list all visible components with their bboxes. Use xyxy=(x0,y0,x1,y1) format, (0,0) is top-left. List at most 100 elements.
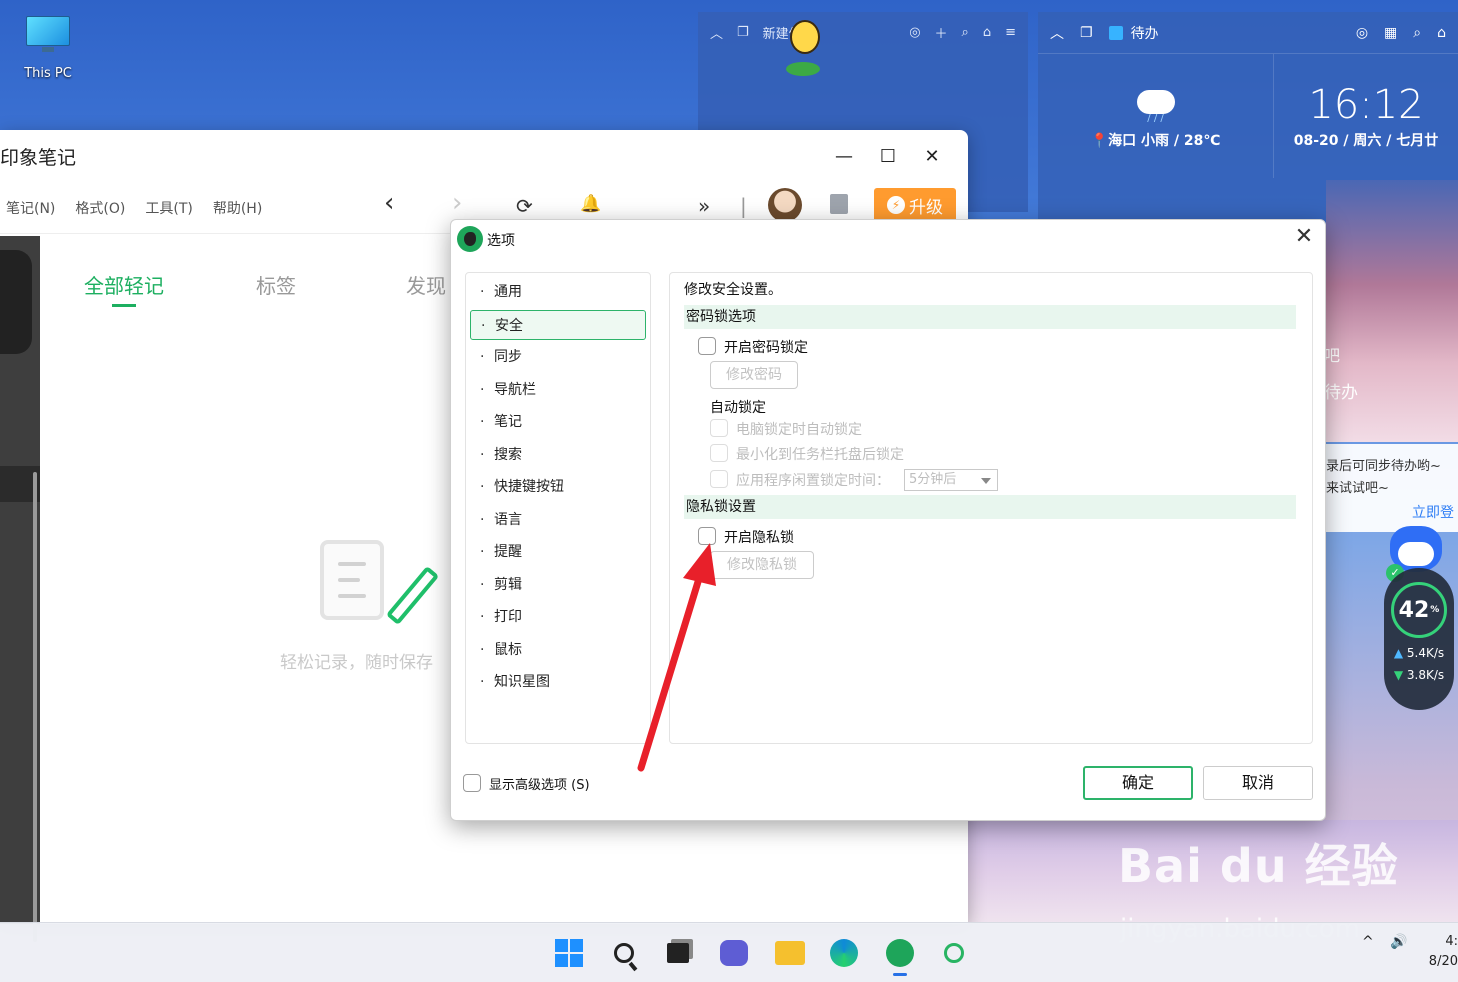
idle-time-select[interactable]: 5分钟后 xyxy=(904,469,998,491)
dialog-close-button[interactable]: ✕ xyxy=(1293,226,1315,248)
rain-drops: / / / xyxy=(1147,113,1164,124)
enable-password-lock-checkbox[interactable] xyxy=(698,337,716,355)
upgrade-button[interactable]: ⚡ 升级 xyxy=(874,188,956,222)
change-privacy-lock-button[interactable]: 修改隐私锁 xyxy=(710,551,814,579)
menu-note[interactable]: 笔记(N) xyxy=(6,198,55,218)
green-search-icon[interactable] xyxy=(936,935,972,971)
panel-header: 修改安全设置。 xyxy=(684,282,782,298)
task-view-icon[interactable] xyxy=(660,935,696,971)
todo-widget-title: 待办 xyxy=(1130,25,1159,42)
empty-state-text: 轻松记录，随时保存 xyxy=(280,653,433,673)
lock-on-minimize-checkbox[interactable] xyxy=(710,444,728,462)
evernote-logo-icon xyxy=(457,226,483,252)
chat-icon[interactable] xyxy=(716,935,752,971)
cancel-button[interactable]: 取消 xyxy=(1203,766,1313,800)
nav-item-language[interactable]: 语言 xyxy=(470,505,646,535)
nav-item-navbar[interactable]: 导航栏 xyxy=(470,375,646,405)
show-advanced-checkbox[interactable] xyxy=(463,774,481,792)
monitor-icon xyxy=(24,14,72,54)
tray-time: 4: xyxy=(1445,934,1458,949)
lock-on-minimize-label: 最小化到任务栏托盘后锁定 xyxy=(736,447,904,463)
nav-item-general[interactable]: 通用 xyxy=(470,277,646,307)
nav-item-security[interactable]: 安全 xyxy=(470,310,646,341)
empty-notes-icon xyxy=(314,536,440,626)
watermark-brand: Bai du 经验 xyxy=(1118,839,1399,893)
user-icon[interactable]: ◎ xyxy=(909,25,920,40)
search-icon[interactable]: ⌕ xyxy=(1413,25,1421,41)
sidebar-scrollbar[interactable] xyxy=(33,472,37,942)
skin-icon[interactable]: ⌂ xyxy=(983,25,991,40)
desktop-icon-label: This PC xyxy=(24,66,72,81)
close-button[interactable]: ✕ xyxy=(910,140,954,172)
search-icon[interactable]: ⌕ xyxy=(962,25,969,40)
file-explorer-icon[interactable] xyxy=(772,935,808,971)
bell-icon[interactable]: 🔔 xyxy=(580,194,601,214)
nav-item-reminders[interactable]: 提醒 xyxy=(470,537,646,567)
notice-line: 录后可同步待办哟~ xyxy=(1326,459,1441,474)
collapse-icon[interactable]: ︿ xyxy=(710,23,723,42)
ok-button[interactable]: 确定 xyxy=(1083,766,1193,800)
this-pc-desktop-icon[interactable]: This PC xyxy=(14,14,82,81)
left-sidebar xyxy=(0,236,40,942)
skin-icon[interactable]: ⌂ xyxy=(1437,25,1446,41)
maximize-button[interactable]: ☐ xyxy=(866,140,910,172)
tray-date: 8/20 xyxy=(1428,954,1458,969)
back-icon[interactable]: ‹ xyxy=(384,188,394,218)
menu-help[interactable]: 帮助(H) xyxy=(213,198,262,218)
tab-discover[interactable]: 发现 xyxy=(406,270,446,299)
nav-item-search[interactable]: 搜索 xyxy=(470,440,646,470)
tray-chevron-icon[interactable]: ^ xyxy=(1362,934,1374,950)
sync-icon[interactable]: ⟳ xyxy=(516,194,533,218)
tray-clock[interactable]: 4: 8/20 xyxy=(1428,932,1458,972)
bolt-icon: ⚡ xyxy=(887,196,905,214)
enable-privacy-lock-label[interactable]: 开启隐私锁 xyxy=(724,527,794,547)
lock-on-pc-lock-checkbox[interactable] xyxy=(710,419,728,437)
pin-icon[interactable]: ❐ xyxy=(737,25,749,40)
lock-on-idle-checkbox[interactable] xyxy=(710,470,728,488)
mascot-icon xyxy=(786,12,828,80)
more-icon[interactable]: » xyxy=(698,194,710,218)
menu-icon[interactable]: ≡ xyxy=(1005,25,1016,40)
volume-icon[interactable]: 🔊 xyxy=(1390,934,1407,950)
tab-all-notes[interactable]: 全部轻记 xyxy=(84,270,164,307)
pin-icon[interactable]: ❐ xyxy=(1080,25,1093,41)
sidebar-panel[interactable] xyxy=(0,250,32,354)
user-icon[interactable]: ◎ xyxy=(1356,25,1368,41)
tab-tags[interactable]: 标签 xyxy=(256,270,296,299)
avatar[interactable] xyxy=(768,188,802,222)
nav-item-print[interactable]: 打印 xyxy=(470,602,646,632)
network-speed-widget[interactable]: 42% ▲ 5.4K/s ▼ 3.8K/s xyxy=(1384,568,1454,710)
weather-location: 📍海口 小雨 / 28℃ xyxy=(1090,133,1221,149)
nav-item-clipper[interactable]: 剪辑 xyxy=(470,570,646,600)
windows-start-icon[interactable] xyxy=(551,935,587,971)
add-icon[interactable]: ＋ xyxy=(935,23,948,42)
menu-format[interactable]: 格式(O) xyxy=(75,198,125,218)
nav-item-mouse[interactable]: 鼠标 xyxy=(470,635,646,665)
clock-date: 08-20 / 周六 / 七月廿 xyxy=(1293,133,1439,149)
widget-side-text: 待办 xyxy=(1324,383,1358,403)
collapse-icon[interactable]: ︿ xyxy=(1050,23,1064,43)
nav-item-notes[interactable]: 笔记 xyxy=(470,407,646,437)
notice-line: 来试试吧~ xyxy=(1326,481,1389,496)
search-icon[interactable] xyxy=(606,935,642,971)
memory-usage-ring: 42% xyxy=(1391,582,1447,638)
todo-widget-toolbar: ︿ ❐ 待办 ◎ ▦ ⌕ ⌂ xyxy=(1038,12,1458,54)
forward-icon[interactable]: › xyxy=(452,188,462,218)
calendar-icon[interactable]: ▦ xyxy=(1384,25,1397,41)
nav-item-knowledge-map[interactable]: 知识星图 xyxy=(470,667,646,697)
show-advanced-label[interactable]: 显示高级选项 (S) xyxy=(489,774,590,793)
nav-item-shortcuts[interactable]: 快捷键按钮 xyxy=(470,472,646,502)
change-password-button[interactable]: 修改密码 xyxy=(710,361,798,389)
options-dialog: 选项 ✕ 通用 安全 同步 导航栏 笔记 搜索 快捷键按钮 语言 提醒 剪辑 打… xyxy=(450,219,1326,821)
clock-time: 16:12 xyxy=(1308,82,1424,128)
security-settings-panel: 修改安全设置。 密码锁选项 开启密码锁定 修改密码 自动锁定 电脑锁定时自动锁定… xyxy=(669,272,1313,744)
nav-item-sync[interactable]: 同步 xyxy=(470,342,646,372)
toolbar-separator: | xyxy=(740,194,747,218)
edge-icon[interactable] xyxy=(826,935,862,971)
menu-tools[interactable]: 工具(T) xyxy=(145,198,192,218)
notebook-icon[interactable] xyxy=(830,194,848,214)
evernote-icon[interactable] xyxy=(882,935,918,976)
enable-privacy-lock-checkbox[interactable] xyxy=(698,527,716,545)
minimize-button[interactable]: — xyxy=(822,140,866,172)
enable-password-lock-label[interactable]: 开启密码锁定 xyxy=(724,337,808,357)
